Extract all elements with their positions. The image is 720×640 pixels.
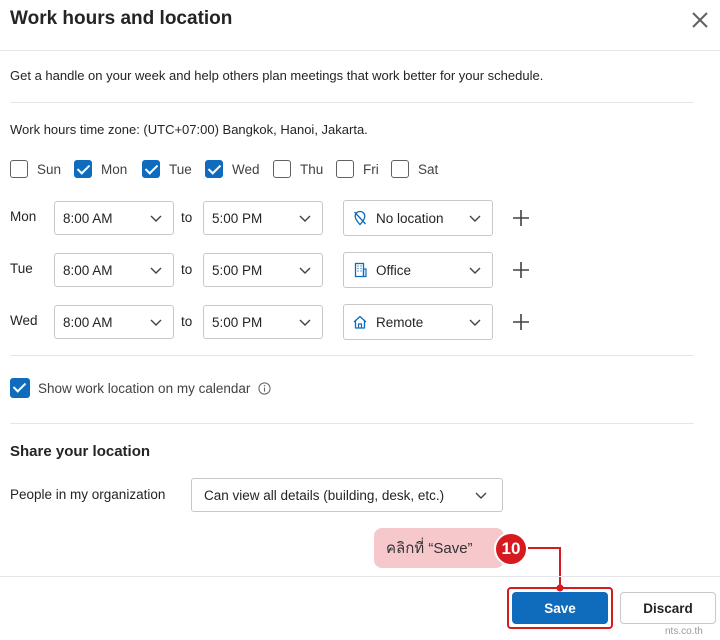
- chevron-down-icon: [469, 319, 481, 326]
- checkbox[interactable]: [336, 160, 354, 178]
- day-checkbox-wed[interactable]: Wed: [205, 160, 260, 178]
- add-icon[interactable]: [511, 312, 531, 332]
- share-permission-value: Can view all details (building, desk, et…: [204, 487, 445, 503]
- info-icon[interactable]: [258, 381, 271, 395]
- checkbox-checked[interactable]: [74, 160, 92, 178]
- start-time-select[interactable]: 8:00 AM: [54, 253, 174, 287]
- day-checkbox-thu[interactable]: Thu: [273, 160, 323, 178]
- end-time-select[interactable]: 5:00 PM: [203, 305, 323, 339]
- divider: [10, 423, 694, 424]
- home-icon: [353, 315, 367, 329]
- discard-button[interactable]: Discard: [620, 592, 716, 624]
- divider: [10, 355, 694, 356]
- location-select[interactable]: No location: [343, 200, 493, 236]
- location-value: Remote: [376, 314, 424, 330]
- day-label: Sat: [418, 161, 439, 177]
- dialog-title: Work hours and location: [10, 8, 233, 29]
- end-time-select[interactable]: 5:00 PM: [203, 201, 323, 235]
- location-select[interactable]: Office: [343, 252, 493, 288]
- to-label: to: [181, 262, 193, 277]
- end-time-value: 5:00 PM: [212, 210, 263, 226]
- chevron-down-icon: [469, 215, 481, 222]
- checkbox[interactable]: [273, 160, 291, 178]
- to-label: to: [181, 210, 193, 225]
- day-label: Wed: [232, 161, 260, 177]
- day-checkbox-sun[interactable]: Sun: [10, 160, 61, 178]
- checkbox-checked[interactable]: [142, 160, 160, 178]
- day-checkbox-fri[interactable]: Fri: [336, 160, 379, 178]
- schedule-day-label: Tue: [10, 261, 33, 276]
- day-checkbox-sat[interactable]: Sat: [391, 160, 438, 178]
- add-icon[interactable]: [511, 208, 531, 228]
- chevron-down-icon: [299, 267, 311, 274]
- location-value: Office: [376, 262, 412, 278]
- day-checkbox-tue[interactable]: Tue: [142, 160, 192, 178]
- share-permission-select[interactable]: Can view all details (building, desk, et…: [191, 478, 503, 512]
- end-time-value: 5:00 PM: [212, 314, 263, 330]
- show-location-label: Show work location on my calendar: [38, 380, 251, 396]
- intro-text: Get a handle on your week and help other…: [10, 68, 544, 83]
- chevron-down-icon: [299, 319, 311, 326]
- start-time-select[interactable]: 8:00 AM: [54, 201, 174, 235]
- chevron-down-icon: [475, 492, 487, 499]
- timezone-text: Work hours time zone: (UTC+07:00) Bangko…: [10, 122, 368, 137]
- chevron-down-icon: [469, 267, 481, 274]
- add-icon[interactable]: [511, 260, 531, 280]
- building-icon: [354, 262, 367, 278]
- start-time-select[interactable]: 8:00 AM: [54, 305, 174, 339]
- checkbox-checked[interactable]: [10, 378, 30, 398]
- day-checkbox-mon[interactable]: Mon: [74, 160, 127, 178]
- no-location-icon: [354, 210, 366, 226]
- chevron-down-icon: [150, 267, 162, 274]
- checkbox[interactable]: [391, 160, 409, 178]
- divider: [0, 50, 720, 51]
- start-time-value: 8:00 AM: [63, 262, 113, 278]
- start-time-value: 8:00 AM: [63, 210, 113, 226]
- chevron-down-icon: [150, 215, 162, 222]
- footer-divider: [0, 576, 720, 577]
- annotation-callout-text: คลิกที่ “Save”: [386, 540, 473, 557]
- show-location-checkbox[interactable]: Show work location on my calendar: [10, 378, 271, 398]
- chevron-down-icon: [299, 215, 311, 222]
- people-label: People in my organization: [10, 487, 166, 502]
- save-button[interactable]: Save: [512, 592, 608, 624]
- checkbox-checked[interactable]: [205, 160, 223, 178]
- checkbox[interactable]: [10, 160, 28, 178]
- start-time-value: 8:00 AM: [63, 314, 113, 330]
- schedule-day-label: Mon: [10, 209, 37, 224]
- day-label: Tue: [169, 161, 192, 177]
- location-value: No location: [376, 210, 444, 226]
- to-label: to: [181, 314, 193, 329]
- share-location-heading: Share your location: [10, 443, 151, 460]
- day-label: Thu: [300, 161, 324, 177]
- end-time-value: 5:00 PM: [212, 262, 263, 278]
- schedule-day-label: Wed: [10, 313, 38, 328]
- day-label: Mon: [101, 161, 128, 177]
- day-label: Sun: [37, 161, 62, 177]
- day-label: Fri: [363, 161, 379, 177]
- close-icon[interactable]: [688, 8, 712, 32]
- location-select[interactable]: Remote: [343, 304, 493, 340]
- end-time-select[interactable]: 5:00 PM: [203, 253, 323, 287]
- divider: [10, 102, 694, 103]
- watermark: nts.co.th: [665, 626, 703, 637]
- annotation-callout: คลิกที่ “Save”: [374, 528, 504, 568]
- chevron-down-icon: [150, 319, 162, 326]
